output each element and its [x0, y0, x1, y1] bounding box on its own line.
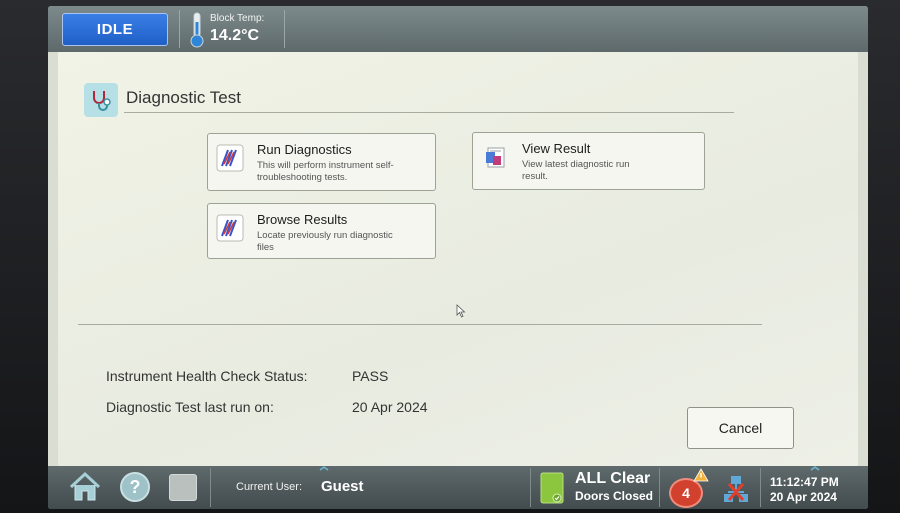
last-run-label: Diagnostic Test last run on: — [106, 399, 274, 415]
bottom-divider — [530, 468, 531, 507]
top-status-bar: IDLE Block Temp: 14.2°C — [48, 6, 868, 52]
door-status-title: ALL Clear — [575, 470, 651, 487]
stethoscope-icon — [84, 83, 118, 117]
thermometer-icon — [190, 12, 204, 48]
health-check-label: Instrument Health Check Status: — [106, 368, 308, 384]
diagnostics-chart-icon — [216, 144, 244, 172]
mouse-cursor-icon — [456, 304, 466, 318]
diagnostics-chart-icon — [216, 214, 244, 242]
current-user-label: Current User: — [236, 481, 303, 493]
diagnostic-panel: Diagnostic Test Run Diagnostics This wil… — [58, 52, 858, 466]
block-temp-label: Block Temp: — [210, 13, 265, 24]
warning-icon — [693, 468, 709, 482]
view-result-title: View Result — [522, 141, 591, 156]
blank-button[interactable] — [169, 474, 197, 501]
section-divider — [78, 324, 762, 325]
chevron-up-icon — [319, 466, 329, 471]
current-user-value[interactable]: Guest — [321, 478, 364, 495]
top-divider — [284, 10, 285, 48]
network-disconnected-icon[interactable] — [722, 474, 750, 504]
door-closed-icon[interactable] — [540, 472, 564, 504]
alert-count-badge[interactable]: 4 — [669, 478, 703, 508]
last-run-value: 20 Apr 2024 — [352, 399, 428, 415]
bottom-divider — [210, 468, 211, 507]
title-divider — [124, 112, 734, 113]
block-temp-value: 14.2°C — [210, 27, 260, 44]
view-result-card[interactable]: View Result View latest diagnostic run r… — [472, 132, 705, 190]
clock-time: 11:12:47 PM — [770, 475, 839, 489]
bottom-divider — [760, 468, 761, 507]
idle-status-button[interactable]: IDLE — [62, 13, 168, 46]
browse-results-title: Browse Results — [257, 212, 348, 227]
help-icon[interactable]: ? — [120, 472, 150, 502]
clock-date: 20 Apr 2024 — [770, 490, 837, 504]
top-divider — [179, 10, 180, 48]
run-diagnostics-description: This will perform instrument self-troubl… — [257, 160, 394, 183]
health-check-value: PASS — [352, 368, 389, 384]
browse-results-description: Locate previously run diagnostic files — [257, 230, 393, 253]
run-diagnostics-title: Run Diagnostics — [257, 142, 352, 157]
home-icon[interactable] — [68, 471, 102, 503]
browse-results-card[interactable]: Browse Results Locate previously run dia… — [207, 203, 436, 259]
bottom-navigation-bar: ? Current User: Guest ALL Clear Doors Cl… — [48, 466, 868, 509]
instrument-screen: IDLE Block Temp: 14.2°C Diagnostic Test — [48, 6, 868, 509]
chevron-up-icon — [810, 466, 820, 471]
view-result-description: View latest diagnostic run result. — [522, 159, 630, 182]
bottom-divider — [659, 468, 660, 507]
door-status-subtitle: Doors Closed — [575, 489, 654, 503]
page-title: Diagnostic Test — [126, 88, 241, 107]
cancel-button[interactable]: Cancel — [687, 407, 794, 449]
report-icon — [486, 147, 505, 168]
run-diagnostics-card[interactable]: Run Diagnostics This will perform instru… — [207, 133, 436, 191]
